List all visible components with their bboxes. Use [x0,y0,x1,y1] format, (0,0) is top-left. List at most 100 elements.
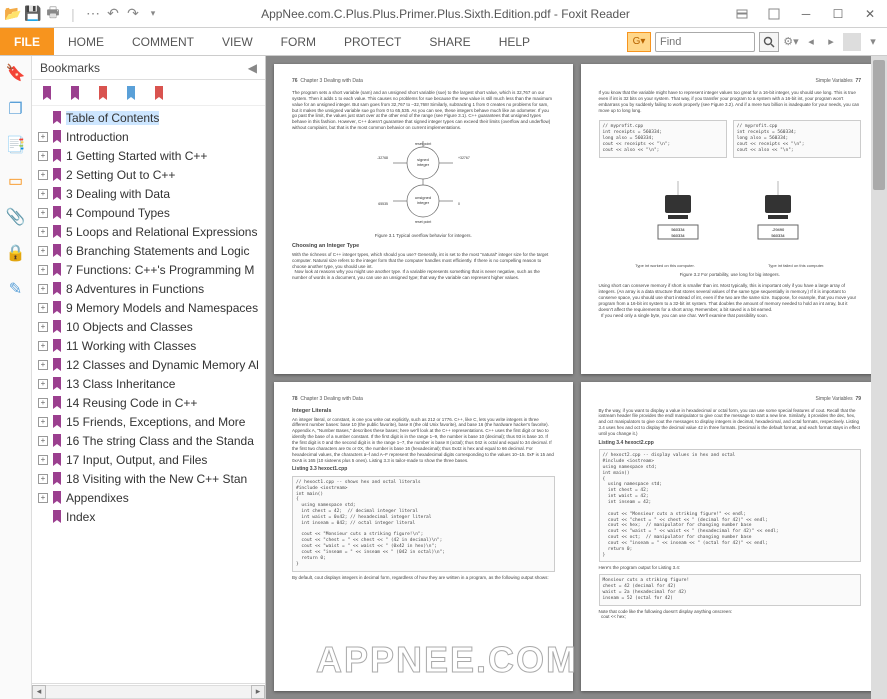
bookmark-item[interactable]: +7 Functions: C++'s Programming M [32,260,265,279]
bookmark-item[interactable]: +Appendixes [32,488,265,507]
signatures-icon[interactable]: ✎ [5,278,27,300]
expand-icon[interactable]: + [38,474,48,484]
toolbar-sep: | [64,5,82,23]
side-toolstrip: 🔖 ❐ 📑 ▭ 📎 🔒 ✎ [0,56,32,699]
ribbon-tab-home[interactable]: HOME [54,28,118,55]
page-77: Simple Variables 77 If you know that the… [581,64,880,374]
expand-icon[interactable]: + [38,189,48,199]
search-button[interactable] [759,32,779,52]
expand-icon[interactable]: + [38,208,48,218]
bookmark-item[interactable]: +12 Classes and Dynamic Memory Al [32,355,265,374]
bookmark-item[interactable]: +2 Setting Out to C++ [32,165,265,184]
ribbon-tab-share[interactable]: SHARE [415,28,484,55]
bookmark-next-icon[interactable] [66,84,84,102]
expand-icon[interactable]: + [38,322,48,332]
bookmarks-hscroll[interactable]: ◂ ▸ [32,683,265,699]
ribbon-min-icon[interactable] [729,5,755,23]
undo-icon[interactable]: ↶ [104,5,122,23]
attachments-icon[interactable]: 📎 [5,206,27,228]
expand-icon[interactable]: + [38,303,48,313]
bookmark-item[interactable]: +9 Memory Models and Namespaces [32,298,265,317]
bookmark-delete-icon[interactable] [150,84,168,102]
bookmark-item[interactable]: +18 Visiting with the New C++ Stan [32,469,265,488]
expand-icon[interactable]: + [38,417,48,427]
expand-icon[interactable]: + [38,493,48,503]
panel-collapse-icon[interactable]: ◀ [248,61,257,75]
bookmark-item[interactable]: +8 Adventures in Functions [32,279,265,298]
ribbon-tab-file[interactable]: FILE [0,28,54,55]
expand-icon[interactable]: + [38,132,48,142]
bookmark-item[interactable]: +15 Friends, Exceptions, and More [32,412,265,431]
gear-icon[interactable]: ⚙▾ [783,33,799,51]
expand-icon[interactable]: + [38,265,48,275]
user-dropdown-icon[interactable]: ▾ [865,33,881,51]
redo-icon[interactable]: ↷ [124,5,142,23]
bookmark-icon [51,187,63,201]
scroll-right-icon[interactable]: ▸ [251,685,265,699]
ribbon-tab-comment[interactable]: COMMENT [118,28,208,55]
ribbon-tab-help[interactable]: HELP [485,28,544,55]
bookmark-item[interactable]: +4 Compound Types [32,203,265,222]
bookmark-item[interactable]: +11 Working with Classes [32,336,265,355]
bookmark-item[interactable]: +13 Class Inheritance [32,374,265,393]
bookmark-item[interactable]: +6 Branching Statements and Logic [32,241,265,260]
ribbon-tab-form[interactable]: FORM [267,28,330,55]
expand-icon[interactable]: + [38,246,48,256]
layers-icon[interactable]: 📑 [5,134,27,156]
minimize-icon[interactable]: ─ [793,5,819,23]
bookmark-item[interactable]: +5 Loops and Relational Expressions [32,222,265,241]
maximize-icon[interactable]: ☐ [825,5,851,23]
bookmark-label: 8 Adventures in Functions [66,282,204,296]
page-76: 76 Chapter 3 Dealing with Data The progr… [274,64,573,374]
bookmark-item[interactable]: +10 Objects and Classes [32,317,265,336]
next-find-icon[interactable]: ▸ [823,33,839,51]
expand-icon[interactable]: + [38,360,48,370]
expand-icon[interactable]: + [38,436,48,446]
window-title: AppNee.com.C.Plus.Plus.Primer.Plus.Sixth… [162,7,729,21]
bookmark-icon [51,472,63,486]
close-icon[interactable]: ✕ [857,5,883,23]
expand-icon[interactable]: + [38,284,48,294]
email-icon[interactable]: ⋯ [84,5,102,23]
bookmark-icon [51,244,63,258]
vertical-scrollbar[interactable] [871,56,887,699]
bookmark-item[interactable]: +Introduction [32,127,265,146]
open-icon[interactable]: 📂 [4,5,22,23]
user-icon[interactable] [843,33,861,51]
print-icon[interactable]: 🖶 [44,5,62,23]
expand-icon[interactable]: + [38,341,48,351]
comments-icon[interactable]: ▭ [5,170,27,192]
bookmark-item[interactable]: Table of Contents [32,108,265,127]
expand-icon[interactable]: + [38,227,48,237]
bookmark-new-icon[interactable] [94,84,112,102]
bookmark-item[interactable]: +16 The string Class and the Standa [32,431,265,450]
expand-icon[interactable]: + [38,455,48,465]
security-icon[interactable]: 🔒 [5,242,27,264]
expand-icon[interactable]: + [38,170,48,180]
bookmark-prev-icon[interactable] [38,84,56,102]
bookmark-item[interactable]: +14 Reusing Code in C++ [32,393,265,412]
bookmark-icon [51,491,63,505]
bookmark-item[interactable]: Index [32,507,265,526]
expand-icon[interactable]: + [38,151,48,161]
help-icon[interactable] [761,5,787,23]
search-input[interactable] [655,32,755,52]
google-search-icon[interactable]: G▾ [627,32,651,52]
bookmark-panel-icon[interactable]: 🔖 [5,62,27,84]
bookmark-item[interactable]: +3 Dealing with Data [32,184,265,203]
page-78: 78 Chapter 3 Dealing with Data Integer L… [274,382,573,692]
ribbon-tab-protect[interactable]: PROTECT [330,28,415,55]
prev-find-icon[interactable]: ◂ [803,33,819,51]
document-view[interactable]: 76 Chapter 3 Dealing with Data The progr… [266,56,887,699]
page-79: Simple Variables 79 By the way, if you w… [581,382,880,692]
expand-icon[interactable]: + [38,379,48,389]
ribbon-tab-view[interactable]: VIEW [208,28,267,55]
qat-dropdown-icon[interactable]: ▾ [144,5,162,23]
save-icon[interactable]: 💾 [24,5,42,23]
expand-icon[interactable]: + [38,398,48,408]
bookmark-item[interactable]: +17 Input, Output, and Files [32,450,265,469]
pages-panel-icon[interactable]: ❐ [5,98,27,120]
bookmark-item[interactable]: +1 Getting Started with C++ [32,146,265,165]
scroll-left-icon[interactable]: ◂ [32,685,46,699]
bookmark-collapse-icon[interactable] [122,84,140,102]
